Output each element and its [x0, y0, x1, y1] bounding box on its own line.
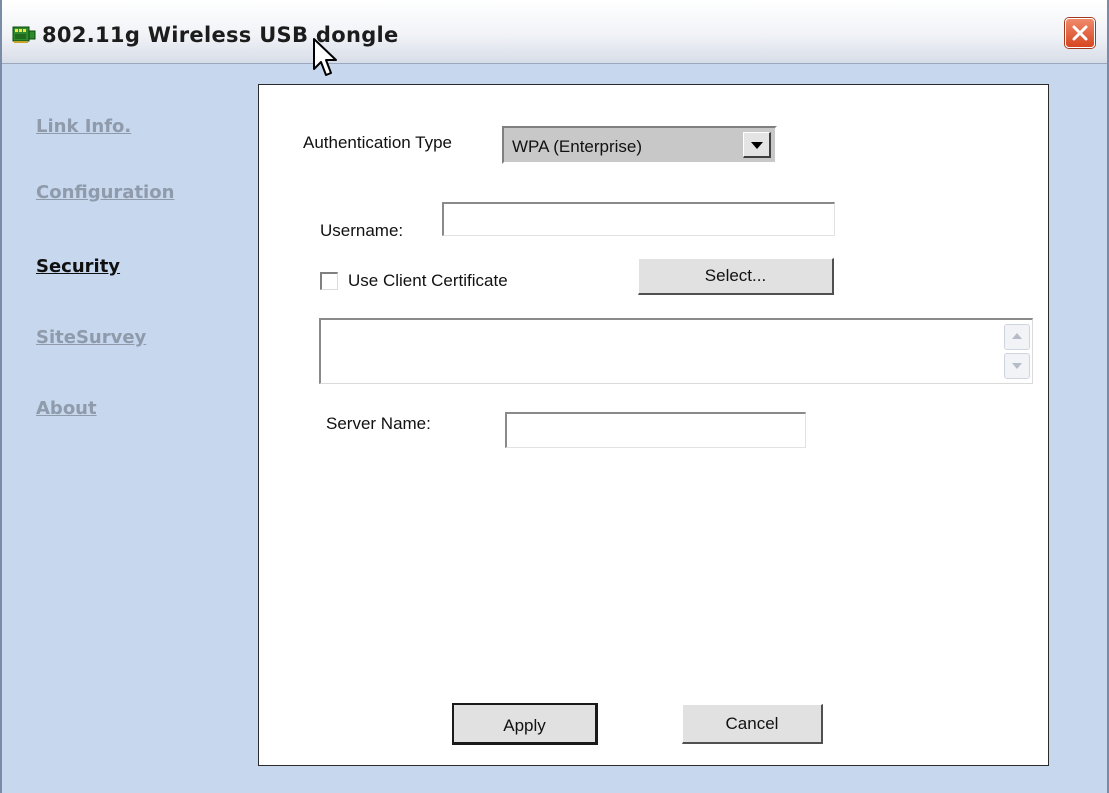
- server-name-label: Server Name:: [326, 414, 431, 433]
- chevron-down-icon[interactable]: [743, 132, 771, 158]
- network-card-icon: [12, 26, 36, 43]
- username-field[interactable]: [442, 202, 835, 236]
- sidebar-item-link-info[interactable]: Link Info.: [36, 116, 131, 137]
- auth-type-select[interactable]: WPA (Enterprise): [502, 126, 777, 164]
- sidebar-item-configuration[interactable]: Configuration: [36, 182, 174, 203]
- apply-button[interactable]: Apply: [452, 703, 598, 745]
- mouse-pointer-icon: [313, 38, 337, 76]
- title-bar[interactable]: 802.11g Wireless USB dongle: [2, 0, 1107, 64]
- scroll-up-icon[interactable]: [1004, 324, 1030, 350]
- sidebar-item-about[interactable]: About: [36, 398, 97, 419]
- app-window: 802.11g Wireless USB dongle Link Info. C…: [0, 0, 1109, 793]
- certificate-textarea[interactable]: [319, 318, 1033, 384]
- scroll-down-icon[interactable]: [1004, 353, 1030, 379]
- window-title: 802.11g Wireless USB dongle: [42, 23, 399, 47]
- close-button[interactable]: [1065, 18, 1095, 48]
- auth-type-label: Authentication Type: [303, 133, 453, 152]
- username-label: Username:: [320, 221, 404, 240]
- auth-type-value: WPA (Enterprise): [512, 137, 643, 156]
- sidebar-item-security[interactable]: Security: [36, 256, 120, 277]
- select-certificate-button[interactable]: Select...: [638, 258, 834, 295]
- cancel-button[interactable]: Cancel: [682, 704, 823, 744]
- use-client-certificate-checkbox[interactable]: [320, 272, 338, 290]
- sidebar-item-sitesurvey[interactable]: SiteSurvey: [36, 327, 146, 348]
- close-icon: [1072, 25, 1088, 41]
- server-name-field[interactable]: [505, 412, 806, 448]
- use-client-certificate-label: Use Client Certificate: [348, 271, 508, 290]
